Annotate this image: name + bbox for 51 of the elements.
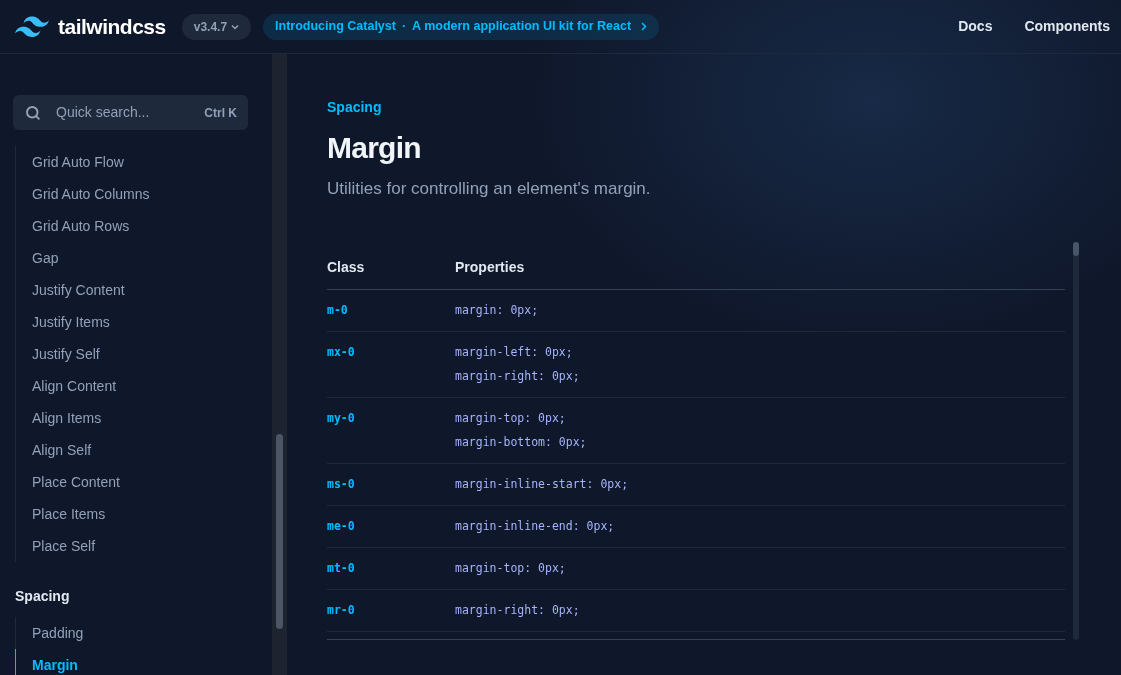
class-cell-text: mt-0 bbox=[327, 559, 356, 577]
property-line: margin-left: 0px; bbox=[455, 343, 574, 361]
sidebar-item[interactable]: Padding bbox=[15, 617, 248, 649]
sidebar-item[interactable]: Grid Auto Rows bbox=[15, 210, 248, 242]
column-header: Class bbox=[327, 257, 366, 277]
sidebar-item[interactable]: Align Self bbox=[15, 434, 248, 466]
sidebar-item[interactable]: Margin bbox=[15, 649, 248, 675]
sidebar-item[interactable]: Align Items bbox=[15, 402, 248, 434]
sidebar-item[interactable]: Align Content bbox=[15, 370, 248, 402]
property-line: margin-top: 0px; bbox=[455, 409, 567, 427]
property-line: margin-inline-start: 0px; bbox=[455, 475, 629, 493]
page-description: Utilities for controlling an element's margin. bbox=[327, 178, 652, 200]
section-heading: Spacing bbox=[15, 587, 71, 606]
sidebar-item[interactable]: Justify Self bbox=[15, 338, 248, 370]
logo-text: tailwindcss bbox=[58, 13, 166, 40]
class-cell-text: my-0 bbox=[327, 409, 356, 427]
search-field[interactable]: Quick search... Ctrl K bbox=[13, 95, 248, 130]
nav-link[interactable]: Components bbox=[1024, 16, 1110, 37]
chevron-right-icon bbox=[641, 22, 648, 31]
page-eyebrow: Spacing bbox=[327, 98, 383, 117]
search-placeholder: Quick search... bbox=[56, 103, 151, 122]
sidebar-item[interactable]: Gap bbox=[15, 242, 248, 274]
sidebar-item[interactable]: Place Items bbox=[15, 498, 248, 530]
sidebar-item[interactable]: Justify Content bbox=[15, 274, 248, 306]
class-cell-text: me-0 bbox=[327, 517, 356, 535]
search-icon bbox=[24, 103, 42, 122]
sidebar-item[interactable]: Place Content bbox=[15, 466, 248, 498]
property-line: margin-top: 0px; bbox=[455, 559, 566, 577]
column-header: Properties bbox=[455, 257, 525, 277]
class-cell-text: m-0 bbox=[327, 301, 349, 319]
logo-icon bbox=[15, 15, 49, 38]
property-line: margin-inline-end: 0px; bbox=[455, 517, 615, 535]
table-scrollbar[interactable] bbox=[1073, 241, 1079, 640]
page-title: Margin bbox=[327, 130, 422, 166]
version-dropdown[interactable]: v3.4.7 bbox=[181, 13, 252, 40]
nav-link[interactable]: Docs bbox=[958, 16, 993, 37]
sidebar-scrollbar[interactable] bbox=[272, 54, 287, 675]
class-cell-text: mr-0 bbox=[327, 601, 356, 619]
property-line: margin-bottom: 0px; bbox=[455, 433, 587, 451]
property-line: margin-right: 0px; bbox=[455, 367, 580, 385]
sidebar-item[interactable]: Justify Items bbox=[15, 306, 248, 338]
sidebar-item[interactable]: Grid Auto Columns bbox=[15, 178, 248, 210]
sidebar-item[interactable]: Place Self bbox=[15, 530, 248, 562]
property-line: margin-right: 0px; bbox=[455, 601, 580, 619]
sidebar-item[interactable]: Grid Auto Flow bbox=[15, 146, 248, 178]
announcement-link[interactable]: Introducing Catalyst · A modern application UI kit for React bbox=[263, 13, 660, 40]
property-line: margin: 0px; bbox=[455, 301, 539, 319]
shortcut-hint: Ctrl K bbox=[204, 104, 237, 122]
caret-icon bbox=[231, 23, 240, 30]
class-cell-text: ms-0 bbox=[327, 475, 356, 493]
class-cell-text: mx-0 bbox=[327, 343, 356, 361]
